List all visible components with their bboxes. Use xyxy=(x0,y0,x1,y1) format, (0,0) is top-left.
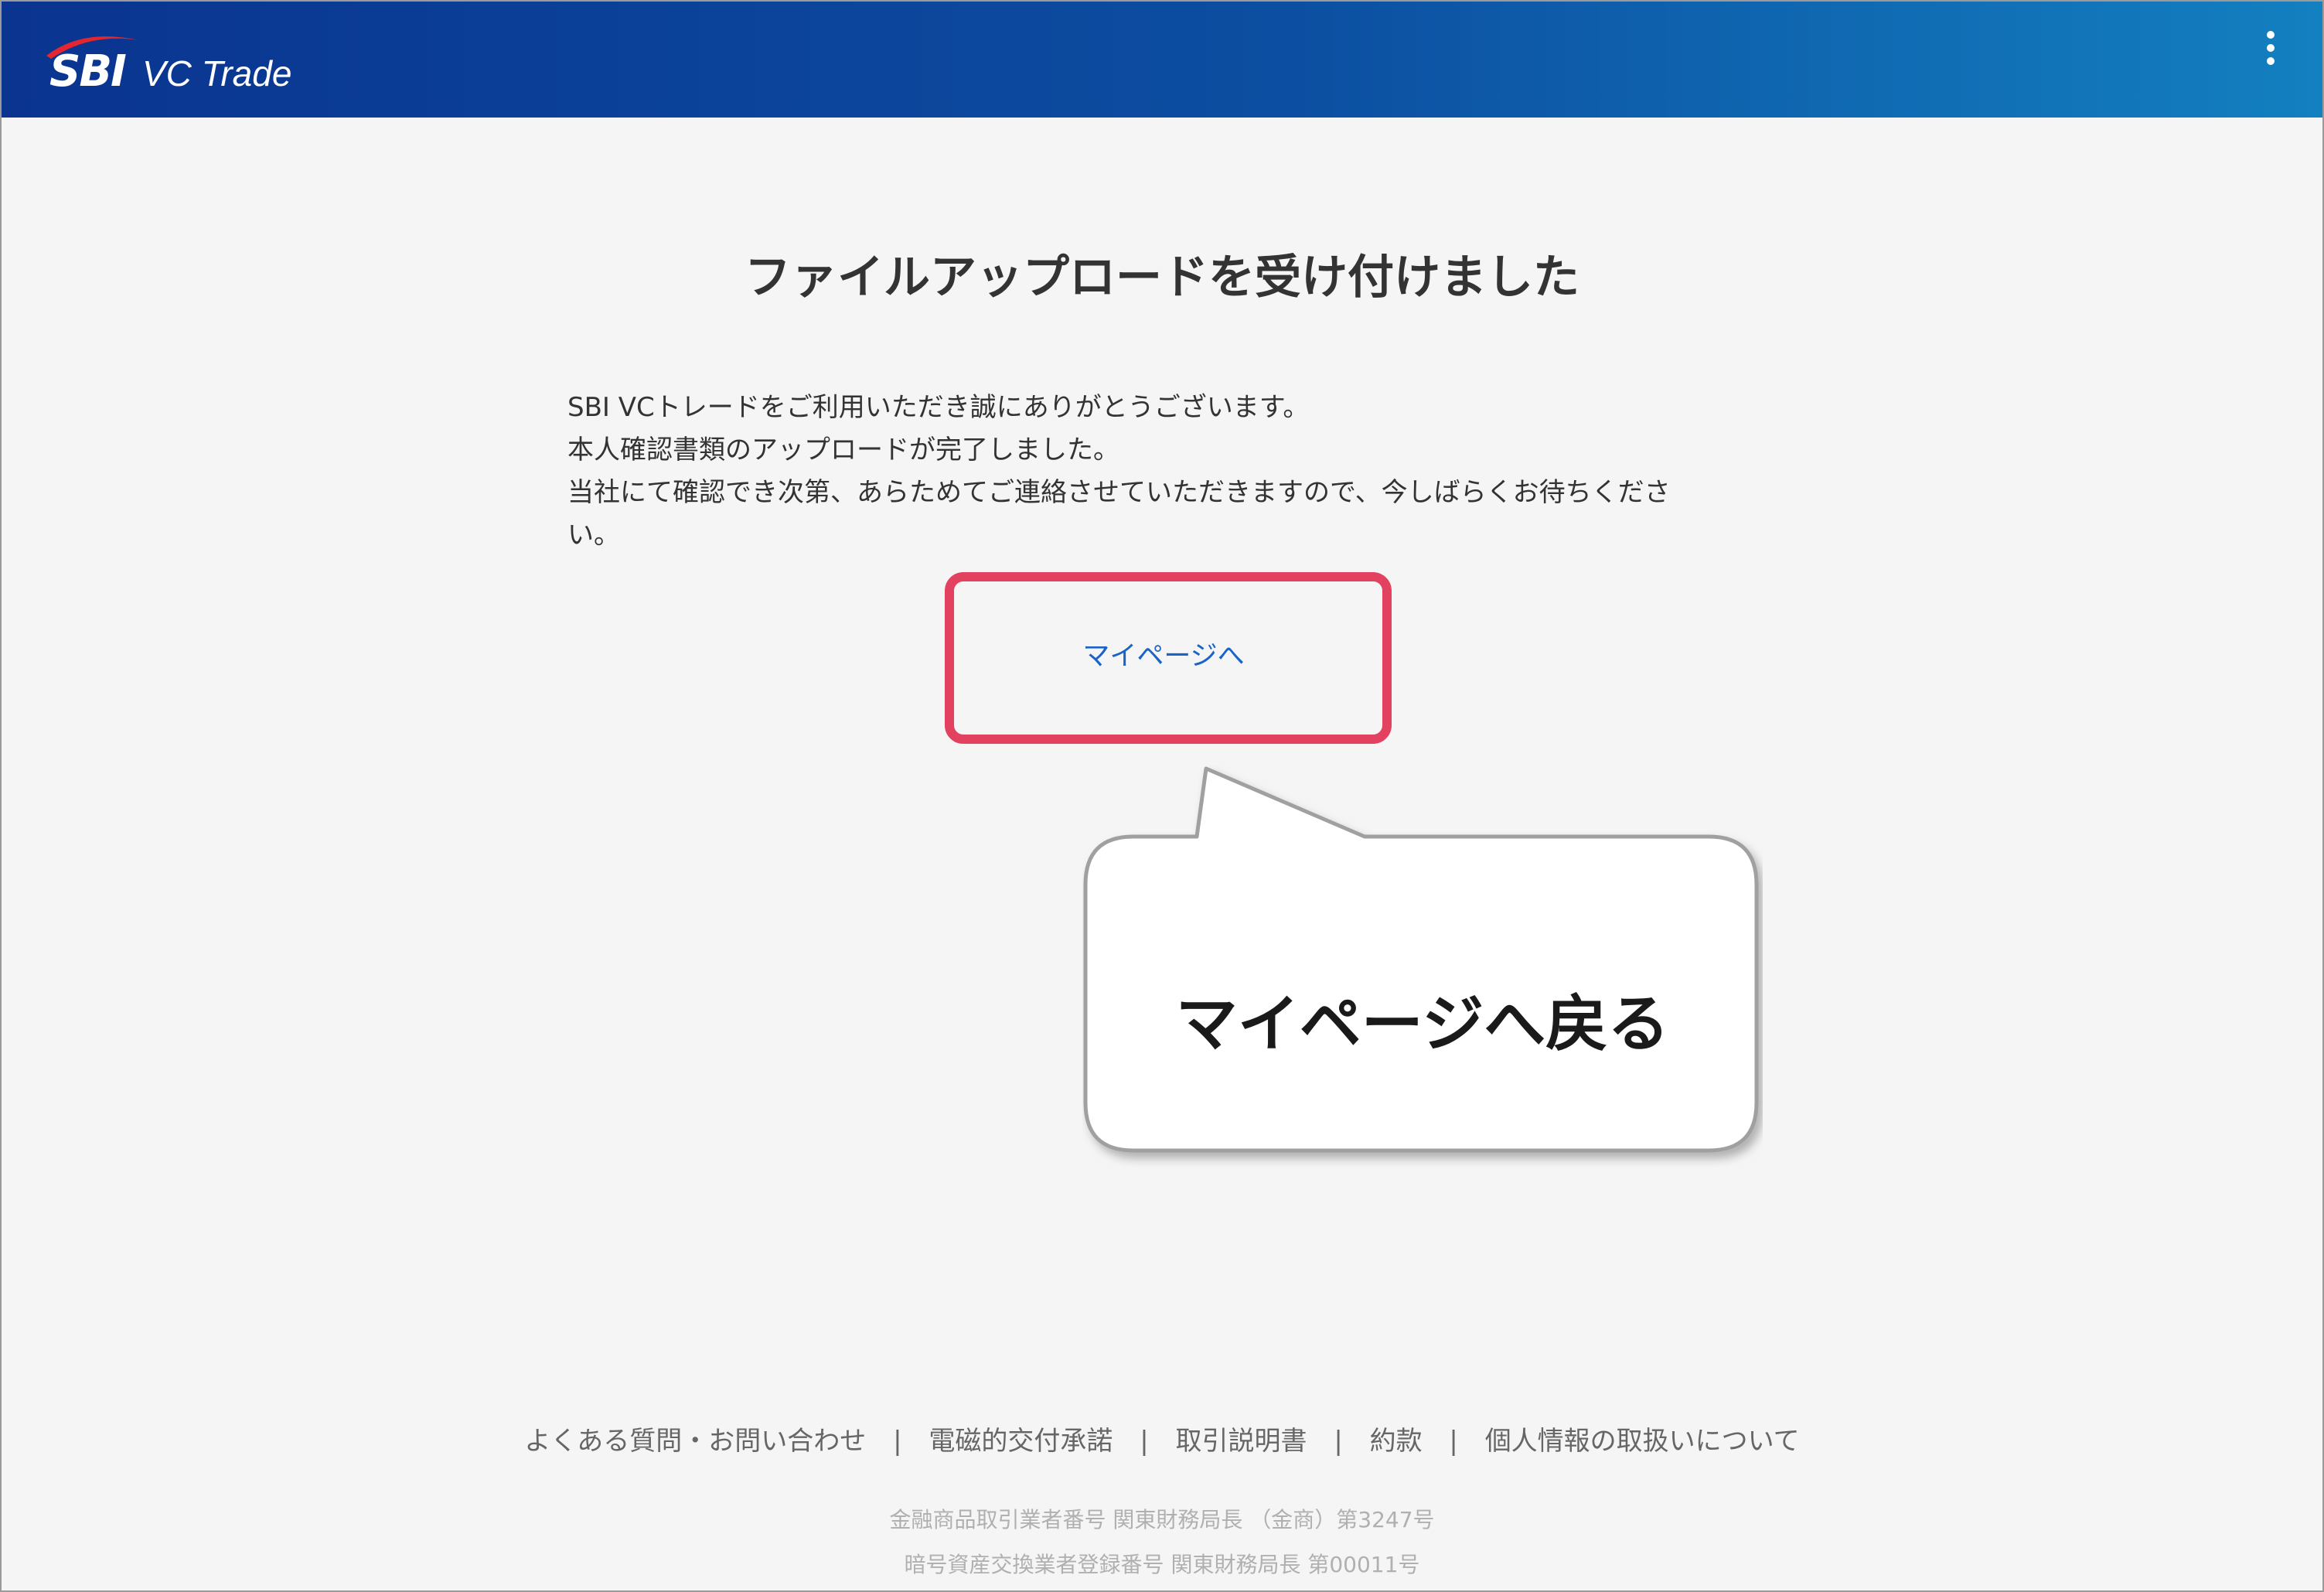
message-line: SBI VCトレードをご利用いただき誠にありがとうございます。 xyxy=(567,392,1310,423)
more-vertical-icon[interactable] xyxy=(2259,31,2282,77)
footer-separator: | xyxy=(1140,1426,1149,1457)
confirmation-message: SBI VCトレードをご利用いただき誠にありがとうございます。 本人確認書類のア… xyxy=(567,387,1758,557)
callout-text: マイページへ戻る xyxy=(1175,988,1670,1060)
footer-link-faq[interactable]: よくある質問・お問い合わせ xyxy=(524,1426,866,1457)
footer-separator: | xyxy=(1449,1426,1458,1457)
footer-link-privacy[interactable]: 個人情報の取扱いについて xyxy=(1485,1426,1800,1457)
app-header: SBI VC Trade xyxy=(2,2,2322,118)
footer-link-trading-explanation[interactable]: 取引説明書 xyxy=(1176,1426,1307,1457)
footer-separator: | xyxy=(893,1426,902,1457)
footer-links: よくある質問・お問い合わせ | 電磁的交付承諾 | 取引説明書 | 約款 | 個… xyxy=(0,1420,2324,1457)
message-line: い。 xyxy=(567,520,620,551)
message-line: 当社にて確認でき次第、あらためてご連絡させていただきますので、今しばらくお待ちく… xyxy=(567,477,1671,508)
callout-bubble: マイページへ戻る xyxy=(1082,765,1763,1168)
footer-link-electronic-delivery[interactable]: 電磁的交付承諾 xyxy=(929,1426,1113,1457)
mypage-link[interactable]: マイページへ xyxy=(945,572,1382,735)
logo-text: VC Trade xyxy=(142,53,292,94)
footer-registration-crypto: 暗号資産交換業者登録番号 関東財務局長 第00011号 xyxy=(904,1552,1420,1577)
logo-mark: SBI xyxy=(49,46,127,97)
page-title: ファイルアップロードを受け付けました xyxy=(745,251,1579,305)
footer-separator: | xyxy=(1334,1426,1343,1457)
message-line: 本人確認書類のアップロードが完了しました。 xyxy=(567,435,1119,465)
sbi-vc-trade-logo[interactable]: SBI VC Trade xyxy=(42,32,320,97)
footer-link-terms[interactable]: 約款 xyxy=(1370,1426,1423,1457)
footer-registration-fi: 金融商品取引業者番号 関東財務局長 （金商）第3247号 xyxy=(889,1507,1435,1532)
